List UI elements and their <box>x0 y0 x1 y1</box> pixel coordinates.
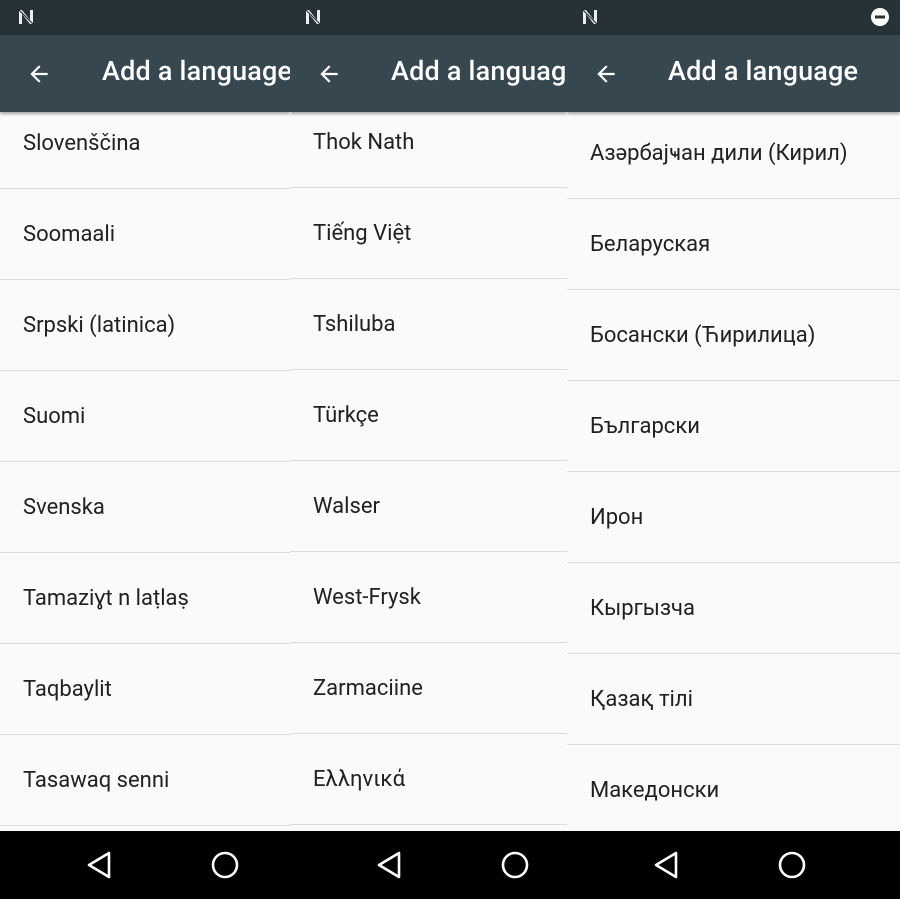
status-bar <box>290 0 567 35</box>
list-item[interactable]: Tshiluba <box>290 279 567 370</box>
status-bar <box>567 0 900 35</box>
nav-home-circle-icon[interactable] <box>775 848 809 882</box>
notification-n-icon <box>18 9 34 25</box>
arrow-back-icon[interactable] <box>593 61 619 87</box>
notification-n-icon <box>582 9 598 25</box>
nav-home-circle-icon[interactable] <box>208 848 242 882</box>
page-title: Add a language <box>668 55 859 87</box>
list-item[interactable]: Zarmaciine <box>290 643 567 734</box>
screen-panel-3: Add a language Азәрбајҹан дили (Кирил) Б… <box>567 0 900 831</box>
list-item[interactable]: Suomi <box>0 371 290 462</box>
list-item[interactable]: Български <box>567 381 900 472</box>
screen-panel-1: Add a language Slovenščina Soomaali Srps… <box>0 0 290 831</box>
list-item[interactable]: Ελληνικά <box>290 734 567 825</box>
do-not-disturb-icon <box>871 8 889 26</box>
list-item[interactable]: Tasawaq senni <box>0 735 290 826</box>
page-title: Add a language <box>391 55 567 87</box>
arrow-back-icon[interactable] <box>316 61 342 87</box>
language-list: Thok Nath Tiếng Việt Tshiluba Türkçe Wal… <box>290 97 567 831</box>
list-item[interactable]: Soomaali <box>0 189 290 280</box>
list-item[interactable]: Taqbaylit <box>0 644 290 735</box>
list-item[interactable]: Walser <box>290 461 567 552</box>
list-item[interactable]: Қазақ тілі <box>567 654 900 745</box>
list-item[interactable]: Türkçe <box>290 370 567 461</box>
nav-back-triangle-icon[interactable] <box>373 848 407 882</box>
screen-panel-2: Add a language Thok Nath Tiếng Việt Tshi… <box>290 0 567 831</box>
list-item[interactable]: West-Frysk <box>290 552 567 643</box>
list-item[interactable]: Ирон <box>567 472 900 563</box>
page-title: Add a language <box>102 55 290 87</box>
navigation-bar <box>0 831 900 899</box>
app-bar: Add a language <box>0 35 290 112</box>
list-item[interactable]: Македонски <box>567 745 900 831</box>
language-list: Slovenščina Soomaali Srpski (latinica) S… <box>0 98 290 831</box>
list-item[interactable]: Tamaziɣt n laṭlaṣ <box>0 553 290 644</box>
notification-n-icon <box>305 9 321 25</box>
list-item[interactable]: Босански (Ћирилица) <box>567 290 900 381</box>
status-bar <box>0 0 290 35</box>
list-item[interactable]: Srpski (latinica) <box>0 280 290 371</box>
nav-back-triangle-icon[interactable] <box>83 848 117 882</box>
list-item[interactable]: Азәрбајҹан дили (Кирил) <box>567 108 900 199</box>
nav-back-triangle-icon[interactable] <box>650 848 684 882</box>
app-bar: Add a language <box>567 35 900 112</box>
arrow-back-icon[interactable] <box>26 61 52 87</box>
list-item[interactable]: Беларуская <box>567 199 900 290</box>
list-item[interactable]: Кыргызча <box>567 563 900 654</box>
list-item[interactable]: Svenska <box>0 462 290 553</box>
nav-home-circle-icon[interactable] <box>498 848 532 882</box>
list-item[interactable]: Tiếng Việt <box>290 188 567 279</box>
app-bar: Add a language <box>290 35 567 112</box>
language-list: Азәрбајҹан дили (Кирил) Беларуская Босан… <box>567 108 900 831</box>
